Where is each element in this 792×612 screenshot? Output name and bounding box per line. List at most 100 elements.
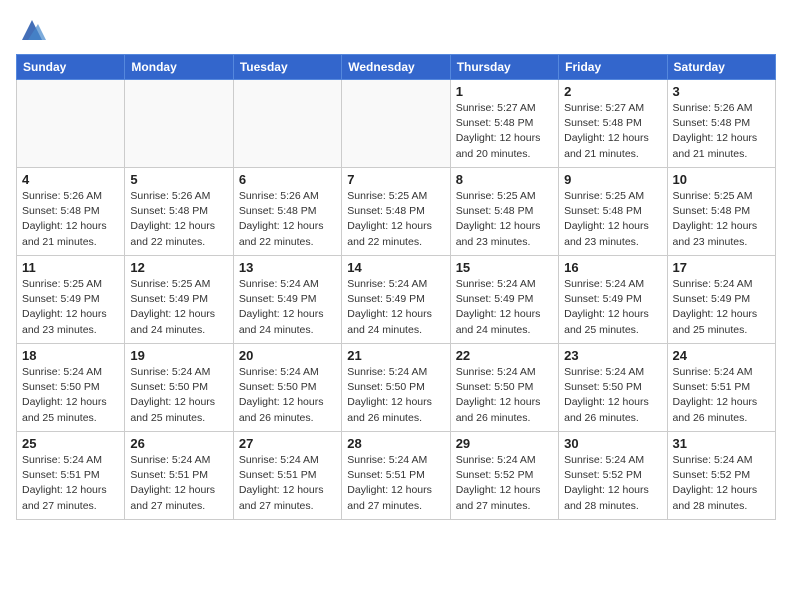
day-info: Sunrise: 5:24 AMSunset: 5:49 PMDaylight:… [239,277,336,338]
day-cell: 7 Sunrise: 5:25 AMSunset: 5:48 PMDaylight… [342,168,450,256]
day-info: Sunrise: 5:24 AMSunset: 5:50 PMDaylight:… [22,365,119,426]
col-header-wednesday: Wednesday [342,55,450,80]
day-info: Sunrise: 5:24 AMSunset: 5:50 PMDaylight:… [347,365,444,426]
day-number: 2 [564,84,661,99]
day-number: 30 [564,436,661,451]
logo-icon [18,16,46,44]
day-cell: 2 Sunrise: 5:27 AMSunset: 5:48 PMDaylight… [559,80,667,168]
day-cell: 29Sunrise: 5:24 AMSunset: 5:52 PMDayligh… [450,432,558,520]
col-header-monday: Monday [125,55,233,80]
day-info: Sunrise: 5:24 AMSunset: 5:51 PMDaylight:… [239,453,336,514]
day-info: Sunrise: 5:24 AMSunset: 5:52 PMDaylight:… [564,453,661,514]
day-info: Sunrise: 5:25 AMSunset: 5:48 PMDaylight:… [564,189,661,250]
day-info: Sunrise: 5:27 AMSunset: 5:48 PMDaylight:… [564,101,661,162]
day-cell: 30 Sunrise: 5:24 AMSunset: 5:52 PMDayligh… [559,432,667,520]
col-header-sunday: Sunday [17,55,125,80]
day-cell: 17 Sunrise: 5:24 AMSunset: 5:49 PMDayligh… [667,256,775,344]
day-cell: 31 Sunrise: 5:24 AMSunset: 5:52 PMDayligh… [667,432,775,520]
day-number: 11 [22,260,119,275]
day-number: 21 [347,348,444,363]
day-info: Sunrise: 5:24 AMSunset: 5:52 PMDaylight:… [673,453,770,514]
week-row-2: 4 Sunrise: 5:26 AMSunset: 5:48 PMDaylight… [17,168,776,256]
day-info: Sunrise: 5:24 AMSunset: 5:50 PMDaylight:… [564,365,661,426]
day-number: 22 [456,348,553,363]
day-info: Sunrise: 5:24 AMSunset: 5:51 PMDaylight:… [130,453,227,514]
day-info: Sunrise: 5:25 AMSunset: 5:48 PMDaylight:… [456,189,553,250]
day-info: Sunrise: 5:26 AMSunset: 5:48 PMDaylight:… [22,189,119,250]
day-cell [17,80,125,168]
day-number: 18 [22,348,119,363]
day-info: Sunrise: 5:25 AMSunset: 5:49 PMDaylight:… [130,277,227,338]
day-number: 7 [347,172,444,187]
day-info: Sunrise: 5:24 AMSunset: 5:49 PMDaylight:… [456,277,553,338]
col-header-saturday: Saturday [667,55,775,80]
day-info: Sunrise: 5:25 AMSunset: 5:48 PMDaylight:… [347,189,444,250]
day-cell: 25 Sunrise: 5:24 AMSunset: 5:51 PMDayligh… [17,432,125,520]
day-info: Sunrise: 5:26 AMSunset: 5:48 PMDaylight:… [239,189,336,250]
day-number: 23 [564,348,661,363]
day-info: Sunrise: 5:24 AMSunset: 5:51 PMDaylight:… [22,453,119,514]
day-number: 19 [130,348,227,363]
day-cell: 10 Sunrise: 5:25 AMSunset: 5:48 PMDayligh… [667,168,775,256]
day-info: Sunrise: 5:25 AMSunset: 5:48 PMDaylight:… [673,189,770,250]
day-number: 27 [239,436,336,451]
col-header-thursday: Thursday [450,55,558,80]
day-cell: 6 Sunrise: 5:26 AMSunset: 5:48 PMDaylight… [233,168,341,256]
day-number: 29 [456,436,553,451]
day-cell: 16Sunrise: 5:24 AMSunset: 5:49 PMDayligh… [559,256,667,344]
day-cell [233,80,341,168]
day-cell [125,80,233,168]
day-cell: 24 Sunrise: 5:24 AMSunset: 5:51 PMDayligh… [667,344,775,432]
day-cell: 21 Sunrise: 5:24 AMSunset: 5:50 PMDayligh… [342,344,450,432]
day-number: 10 [673,172,770,187]
week-row-5: 25 Sunrise: 5:24 AMSunset: 5:51 PMDayligh… [17,432,776,520]
day-info: Sunrise: 5:24 AMSunset: 5:50 PMDaylight:… [130,365,227,426]
day-info: Sunrise: 5:24 AMSunset: 5:50 PMDaylight:… [239,365,336,426]
day-number: 24 [673,348,770,363]
day-cell: 18 Sunrise: 5:24 AMSunset: 5:50 PMDayligh… [17,344,125,432]
day-cell: 11Sunrise: 5:25 AMSunset: 5:49 PMDayligh… [17,256,125,344]
day-number: 8 [456,172,553,187]
day-cell: 23 Sunrise: 5:24 AMSunset: 5:50 PMDayligh… [559,344,667,432]
day-cell: 19 Sunrise: 5:24 AMSunset: 5:50 PMDayligh… [125,344,233,432]
day-cell: 9 Sunrise: 5:25 AMSunset: 5:48 PMDaylight… [559,168,667,256]
day-cell: 12Sunrise: 5:25 AMSunset: 5:49 PMDayligh… [125,256,233,344]
day-info: Sunrise: 5:24 AMSunset: 5:49 PMDaylight:… [347,277,444,338]
day-cell: 22 Sunrise: 5:24 AMSunset: 5:50 PMDayligh… [450,344,558,432]
day-number: 31 [673,436,770,451]
day-number: 5 [130,172,227,187]
col-header-friday: Friday [559,55,667,80]
day-cell: 15Sunrise: 5:24 AMSunset: 5:49 PMDayligh… [450,256,558,344]
day-info: Sunrise: 5:24 AMSunset: 5:51 PMDaylight:… [347,453,444,514]
day-info: Sunrise: 5:24 AMSunset: 5:49 PMDaylight:… [673,277,770,338]
week-row-3: 11 Sunrise: 5:25 AMSunset: 5:49 PMDayligh… [17,256,776,344]
day-cell: 5 Sunrise: 5:26 AMSunset: 5:48 PMDaylight… [125,168,233,256]
day-cell: 14 Sunrise: 5:24 AMSunset: 5:49 PMDayligh… [342,256,450,344]
day-cell: 1Sunrise: 5:27 AMSunset: 5:48 PMDaylight… [450,80,558,168]
day-info: Sunrise: 5:26 AMSunset: 5:48 PMDaylight:… [673,101,770,162]
day-info: Sunrise: 5:27 AMSunset: 5:48 PMDaylight:… [456,101,553,162]
day-cell: 13 Sunrise: 5:24 AMSunset: 5:49 PMDayligh… [233,256,341,344]
day-info: Sunrise: 5:26 AMSunset: 5:48 PMDaylight:… [130,189,227,250]
day-cell: 28 Sunrise: 5:24 AMSunset: 5:51 PMDayligh… [342,432,450,520]
day-number: 6 [239,172,336,187]
day-number: 25 [22,436,119,451]
day-info: Sunrise: 5:24 AMSunset: 5:50 PMDaylight:… [456,365,553,426]
day-cell [342,80,450,168]
day-cell: 3 Sunrise: 5:26 AMSunset: 5:48 PMDaylight… [667,80,775,168]
logo [16,16,46,44]
day-number: 17 [673,260,770,275]
day-number: 13 [239,260,336,275]
day-info: Sunrise: 5:24 AMSunset: 5:51 PMDaylight:… [673,365,770,426]
day-number: 4 [22,172,119,187]
header-row: SundayMondayTuesdayWednesdayThursdayFrid… [17,55,776,80]
day-cell: 20 Sunrise: 5:24 AMSunset: 5:50 PMDayligh… [233,344,341,432]
day-number: 20 [239,348,336,363]
day-cell: 26Sunrise: 5:24 AMSunset: 5:51 PMDayligh… [125,432,233,520]
day-cell: 8 Sunrise: 5:25 AMSunset: 5:48 PMDaylight… [450,168,558,256]
day-number: 28 [347,436,444,451]
day-number: 9 [564,172,661,187]
week-row-1: 1Sunrise: 5:27 AMSunset: 5:48 PMDaylight… [17,80,776,168]
day-number: 3 [673,84,770,99]
day-number: 14 [347,260,444,275]
